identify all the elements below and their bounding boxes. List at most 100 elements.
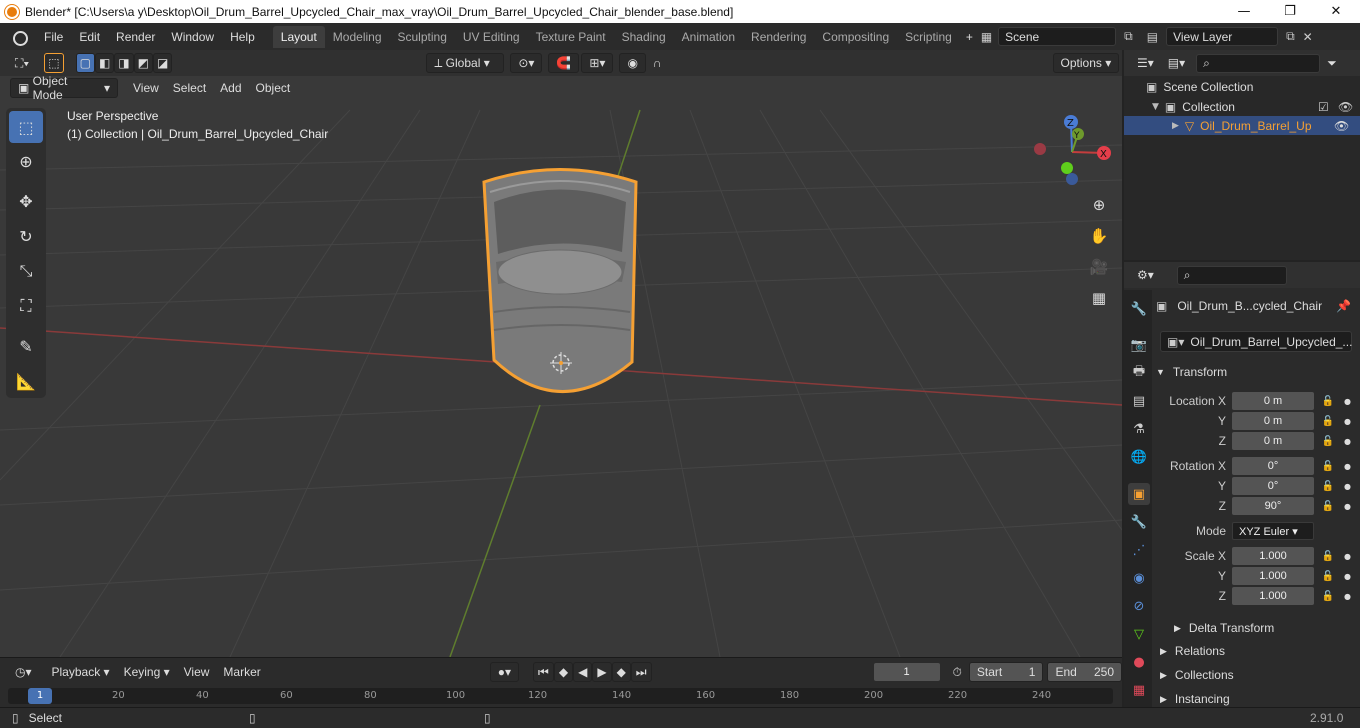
jump-end-button[interactable]: ⏭ — [630, 662, 652, 682]
start-frame-field[interactable]: Start 1 — [968, 662, 1044, 682]
outliner-collection[interactable]: ▼ ▣ Collection ☑ 👁 — [1152, 98, 1360, 116]
select-subtract-icon[interactable]: ◨ — [114, 53, 134, 73]
proportional-edit-icon[interactable]: ◉ — [619, 53, 646, 73]
tab-shading[interactable]: Shading — [614, 26, 674, 48]
move-tool-icon[interactable]: ✥ — [9, 185, 43, 217]
3d-viewport[interactable]: ⊞▾ ▣ Object Mode ▾ View Select Add Objec… — [0, 50, 1122, 657]
properties-editor-icon[interactable]: ⚙▾ — [1130, 265, 1161, 285]
pan-hand-icon[interactable]: ✋ — [1087, 224, 1111, 248]
delta-transform-header[interactable]: ▶ Delta Transform — [1174, 617, 1274, 639]
editor-type-button[interactable]: ⛶▾ — [8, 53, 36, 73]
falloff-icon[interactable]: ∩ — [646, 53, 669, 73]
collections-header[interactable]: ▶ Collections — [1160, 664, 1234, 686]
tool-tab-icon[interactable]: 🔧 — [1128, 298, 1150, 320]
keyframe-dot-icon[interactable]: ● — [1344, 552, 1351, 561]
lock-icon[interactable]: 🔓 — [1320, 416, 1336, 427]
lock-icon[interactable]: 🔓 — [1320, 591, 1336, 602]
options-dropdown[interactable]: Options ▾ — [1052, 53, 1120, 73]
scale-tool-icon[interactable]: ⤡ — [9, 255, 43, 287]
keyframe-dot-icon[interactable]: ● — [1344, 502, 1351, 511]
scale-x-field[interactable]: 1.000 — [1232, 547, 1314, 565]
snap-target-icon[interactable]: ⊞▾ — [581, 53, 614, 73]
modifier-tab-icon[interactable]: 🔧 — [1128, 511, 1150, 533]
select-invert-icon[interactable]: ◩ — [133, 53, 153, 73]
scale-y-field[interactable]: 1.000 — [1232, 567, 1314, 585]
location-z-field[interactable]: 0 m — [1232, 432, 1314, 450]
menu-window[interactable]: Window — [163, 30, 222, 44]
new-scene-icon[interactable]: ⧉ — [1124, 29, 1133, 44]
object-mode-dropdown[interactable]: ▣ Object Mode ▾ — [10, 74, 118, 102]
outliner-search[interactable]: ⌕ — [1196, 53, 1321, 73]
scene-selector[interactable]: Scene — [998, 27, 1117, 46]
menu-object[interactable]: Object — [249, 78, 298, 98]
menu-marker[interactable]: Marker — [216, 662, 267, 682]
outliner-object-row[interactable]: ▶ ▽ Oil_Drum_Barrel_Up 👁 — [1124, 116, 1360, 135]
texture-tab-icon[interactable]: ▦ — [1128, 679, 1150, 701]
object-expand-icon[interactable]: ▶ — [1172, 121, 1179, 131]
remove-view-layer-icon[interactable]: ✕ — [1303, 30, 1313, 44]
cursor-tool-icon[interactable]: ⊕ — [9, 145, 43, 177]
tab-uv-editing[interactable]: UV Editing — [455, 26, 528, 48]
menu-help[interactable]: Help — [222, 30, 263, 44]
maximize-button[interactable]: ❐ — [1267, 0, 1313, 23]
select-extend-icon[interactable]: ◧ — [94, 53, 115, 73]
relations-header[interactable]: ▶ Relations — [1160, 640, 1225, 662]
object-name-label[interactable]: Oil_Drum_B...cycled_Chair — [1177, 299, 1322, 313]
play-button[interactable]: ▶ — [592, 662, 612, 682]
select-intersect-icon[interactable]: ◪ — [152, 53, 173, 73]
menu-select[interactable]: Select — [166, 78, 213, 98]
select-tool-icon[interactable]: ⬚ — [44, 53, 64, 73]
collection-checkbox-icon[interactable]: ☑ — [1318, 100, 1329, 114]
timeline-menu-view[interactable]: View — [177, 662, 217, 682]
tab-rendering[interactable]: Rendering — [743, 26, 814, 48]
rotation-z-field[interactable]: 90° — [1232, 497, 1314, 515]
keyframe-dot-icon[interactable]: ● — [1344, 592, 1351, 601]
camera-icon[interactable]: 🎥 — [1087, 255, 1111, 279]
playhead[interactable]: 1 — [28, 688, 52, 704]
record-button[interactable]: ●▾ — [489, 662, 520, 682]
end-frame-field[interactable]: End 250 — [1047, 662, 1122, 682]
perspective-grid-icon[interactable]: ▦ — [1087, 286, 1111, 310]
tab-scripting[interactable]: Scripting — [897, 26, 960, 48]
lock-icon[interactable]: 🔓 — [1320, 571, 1336, 582]
scene-tab-icon[interactable]: ⚗ — [1128, 418, 1150, 440]
prev-keyframe-button[interactable]: ◆ — [553, 662, 574, 682]
keyframe-dot-icon[interactable]: ● — [1344, 397, 1351, 406]
view-layer-selector[interactable]: View Layer — [1166, 27, 1279, 46]
menu-add[interactable]: Add — [213, 78, 248, 98]
menu-view[interactable]: View — [126, 78, 166, 98]
tab-modeling[interactable]: Modeling — [325, 26, 390, 48]
menu-file[interactable]: File — [36, 30, 71, 44]
location-y-field[interactable]: 0 m — [1232, 412, 1314, 430]
scene-icon[interactable]: ▦ — [981, 30, 992, 44]
particles-tab-icon[interactable]: ⋰ — [1128, 539, 1150, 561]
constraints-tab-icon[interactable]: ⊘ — [1128, 595, 1150, 617]
add-workspace-button[interactable]: + — [960, 30, 979, 44]
navigation-gizmo[interactable]: X Z Y — [1030, 112, 1120, 192]
rotation-mode-dropdown[interactable]: XYZ Euler ▾ — [1232, 522, 1314, 540]
outliner-filter-icon[interactable]: ▤▾ — [1161, 53, 1192, 73]
lock-icon[interactable]: 🔓 — [1320, 551, 1336, 562]
scale-z-field[interactable]: 1.000 — [1232, 587, 1314, 605]
tab-texture-paint[interactable]: Texture Paint — [528, 26, 614, 48]
lock-icon[interactable]: 🔓 — [1320, 481, 1336, 492]
current-frame-field[interactable]: 1 — [873, 663, 940, 681]
render-tab-icon[interactable]: 📷 — [1128, 334, 1150, 356]
properties-search[interactable]: ⌕ — [1176, 265, 1287, 285]
snap-icon[interactable]: 🧲 — [548, 53, 580, 73]
select-box-tool-icon[interactable]: ⬚ — [9, 111, 43, 143]
object-visibility-icon[interactable]: 👁 — [1334, 119, 1349, 133]
tab-layout[interactable]: Layout — [272, 25, 325, 48]
outliner-editor-icon[interactable]: ☰▾ — [1130, 53, 1161, 73]
keyframe-dot-icon[interactable]: ● — [1344, 482, 1351, 491]
lock-icon[interactable]: 🔓 — [1320, 396, 1336, 407]
timeline-editor-icon[interactable]: ◷▾ — [8, 662, 39, 682]
rotate-tool-icon[interactable]: ↻ — [9, 220, 43, 252]
transform-panel-header[interactable]: ▼ Transform — [1156, 361, 1227, 383]
minimize-button[interactable]: — — [1221, 0, 1267, 23]
zoom-icon[interactable]: ⊕ — [1087, 193, 1111, 217]
new-view-layer-icon[interactable]: ⧉ — [1286, 29, 1295, 44]
transform-tool-icon[interactable]: ⛶ — [9, 290, 43, 322]
pivot-point-icon[interactable]: ⊙▾ — [510, 53, 543, 73]
data-tab-icon[interactable]: ▽ — [1128, 623, 1150, 645]
